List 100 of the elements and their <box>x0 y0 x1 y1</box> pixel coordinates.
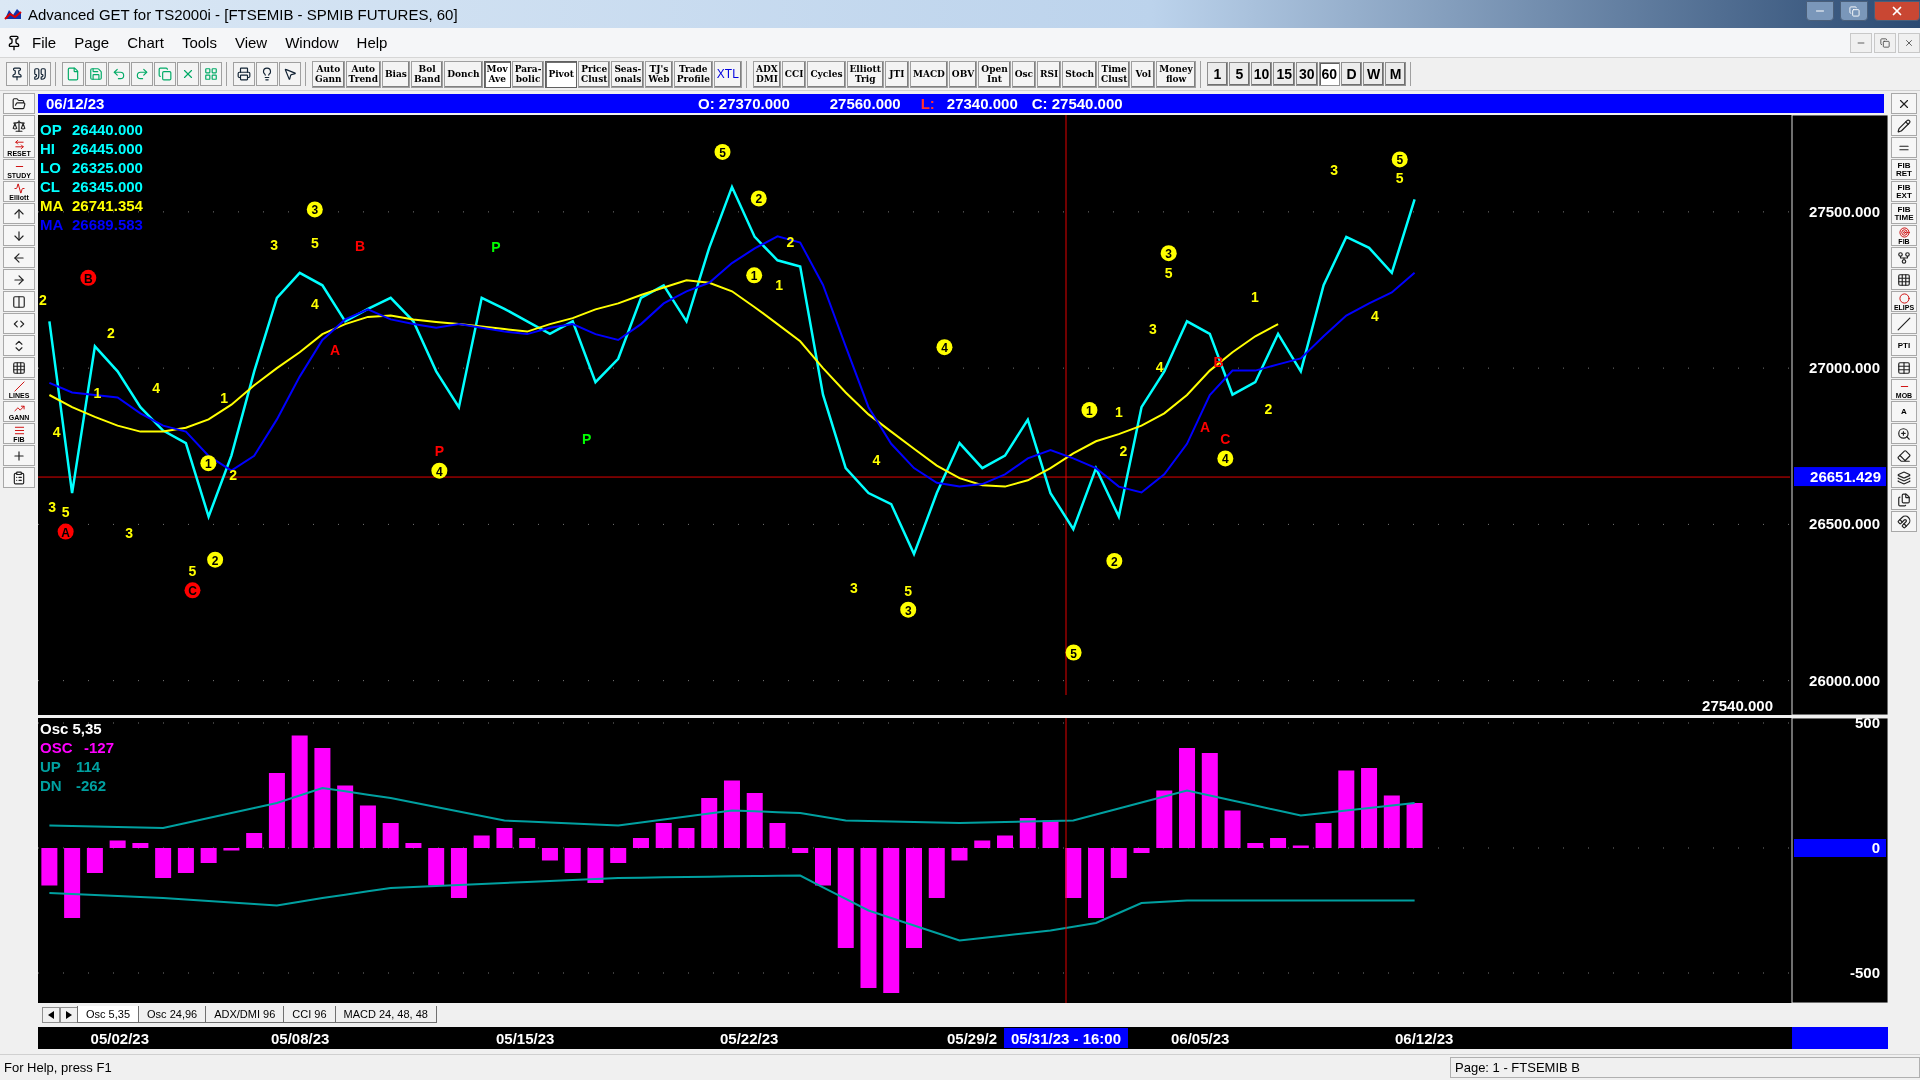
date-axis-label: 05/22/23 <box>720 1030 779 1047</box>
tool-button[interactable] <box>1891 467 1917 488</box>
tool-button[interactable] <box>1891 137 1917 158</box>
toolbar-button[interactable]: Auto Gann <box>312 60 345 88</box>
tool-button[interactable] <box>3 115 35 136</box>
wave-label: 5 <box>904 583 913 600</box>
toolbar-button[interactable]: Bol Band <box>410 60 444 88</box>
toolbar-button[interactable] <box>256 62 278 86</box>
toolbar-button[interactable]: JTI <box>884 60 909 88</box>
toolbar-button[interactable]: Elliott Trig <box>846 60 884 88</box>
arrow-right-icon <box>12 272 26 287</box>
interval-button[interactable]: 30 <box>1295 62 1318 86</box>
menu-item[interactable]: Window <box>277 32 347 53</box>
toolbar-button[interactable]: Time Clust <box>1098 60 1131 88</box>
toolbar-button[interactable]: Trade Profile <box>673 60 713 88</box>
menu-item[interactable]: View <box>226 32 276 53</box>
study-tab[interactable]: MACD 24, 48, 48 <box>334 1006 437 1023</box>
close-icon <box>1904 37 1914 48</box>
tool-button[interactable] <box>1891 357 1917 378</box>
tool-button[interactable]: PTI <box>1891 335 1917 356</box>
zoom-in-icon <box>1897 426 1911 441</box>
toolbar-button[interactable]: Vol <box>1131 60 1156 88</box>
tool-button[interactable] <box>1891 247 1917 268</box>
eraser-icon <box>1897 448 1911 463</box>
tool-button[interactable] <box>1891 445 1917 466</box>
maximize-button[interactable] <box>1840 1 1868 21</box>
toolbar-button[interactable]: RSI <box>1037 60 1062 88</box>
tool-button[interactable] <box>1891 511 1917 532</box>
scroll-left-button[interactable] <box>42 1007 60 1023</box>
oscillator-bar <box>223 848 240 851</box>
toolbar-button[interactable]: Stoch <box>1062 60 1097 88</box>
oscillator-bar <box>1383 795 1400 848</box>
toolbar-button[interactable]: Mov Ave <box>483 60 511 88</box>
wave-label: 5 <box>1164 264 1173 281</box>
toolbar-button[interactable]: CCI <box>781 60 807 88</box>
tool-button[interactable] <box>1891 269 1917 290</box>
tool-button[interactable] <box>1891 93 1917 114</box>
toolbar-button[interactable] <box>279 62 301 86</box>
tool-button[interactable] <box>3 93 35 114</box>
tool-button[interactable]: FIB TIME <box>1891 203 1917 224</box>
oscillator-bar <box>86 848 103 873</box>
tool-button[interactable] <box>3 335 35 356</box>
tool-button[interactable] <box>1891 423 1917 444</box>
close-button[interactable] <box>1874 1 1920 21</box>
tool-button[interactable]: A <box>1891 401 1917 422</box>
interval-button[interactable]: 10 <box>1250 62 1273 86</box>
toolbar-button[interactable]: Money flow <box>1156 60 1196 88</box>
toolbar-button[interactable]: Open Int <box>978 60 1011 88</box>
interval-button[interactable]: D <box>1341 62 1363 86</box>
toolbar-button[interactable] <box>6 62 28 86</box>
tool-button[interactable] <box>3 467 35 488</box>
folder-icon <box>12 96 26 111</box>
toolbar-button[interactable]: Auto Trend <box>345 60 381 88</box>
interval-button[interactable]: 1 <box>1206 62 1228 86</box>
toolbar-button[interactable]: Bias <box>381 60 410 88</box>
toolbar-button[interactable]: Para- bolic <box>511 60 545 88</box>
interval-button[interactable]: M <box>1385 62 1407 86</box>
interval-button[interactable]: 60 <box>1318 62 1341 86</box>
menu-item[interactable]: Help <box>348 32 396 53</box>
tool-button[interactable] <box>3 291 35 312</box>
toolbar-button[interactable] <box>233 62 255 86</box>
interval-button[interactable]: W <box>1363 62 1385 86</box>
study-tab[interactable]: Osc 5,35 <box>77 1006 140 1023</box>
tool-button[interactable]: FIB EXT <box>1891 181 1917 202</box>
circled-wave-label: 1 <box>746 267 763 284</box>
toolbar-button[interactable]: Pivot <box>545 60 577 88</box>
restore-button[interactable] <box>1874 32 1896 53</box>
oscillator-reading: DN -262 <box>40 777 107 794</box>
wave-label: 2 <box>39 291 47 308</box>
tool-button[interactable] <box>1891 115 1917 136</box>
toolbar-button[interactable] <box>29 62 51 86</box>
wave-label: 3 <box>48 499 56 516</box>
toolbar-button[interactable]: Donch <box>444 60 483 88</box>
oscillator-bar <box>632 838 649 848</box>
oscillator-bar <box>723 780 740 848</box>
toolbar-button[interactable]: MACD <box>909 60 948 88</box>
menu-item[interactable]: File <box>24 32 65 53</box>
menu-item[interactable]: Page <box>66 32 118 53</box>
interval-button[interactable]: 5 <box>1228 62 1250 86</box>
toolbar-button[interactable]: Cycles <box>807 60 846 88</box>
wave-label: 2 <box>229 467 238 484</box>
toolbar-button[interactable]: Osc <box>1011 60 1037 88</box>
tool-button[interactable] <box>1891 489 1917 510</box>
tool-button[interactable] <box>3 357 35 378</box>
toolbar-button[interactable]: OBV <box>948 60 978 88</box>
toolbar-button[interactable]: XTL <box>713 60 742 88</box>
tool-button[interactable]: FIB RET <box>1891 159 1917 180</box>
menu-item[interactable]: Tools <box>173 32 225 53</box>
toolbar-button[interactable]: Price Clust <box>578 60 611 88</box>
minimize-button[interactable] <box>1806 1 1834 21</box>
toolbar-button[interactable]: Seas- onals <box>611 60 645 88</box>
menu-item[interactable]: Chart <box>119 32 172 53</box>
tool-button[interactable] <box>1891 313 1917 334</box>
scroll-right-button[interactable] <box>60 1007 78 1023</box>
toolbar-button[interactable]: TJ's Web <box>645 60 673 88</box>
ellipse-icon <box>1898 292 1910 304</box>
toolbar-button[interactable]: ADX DMI <box>752 60 781 88</box>
oscillator-bar <box>997 835 1013 848</box>
interval-button[interactable]: 15 <box>1273 62 1295 86</box>
oscillator-bar <box>792 848 809 853</box>
